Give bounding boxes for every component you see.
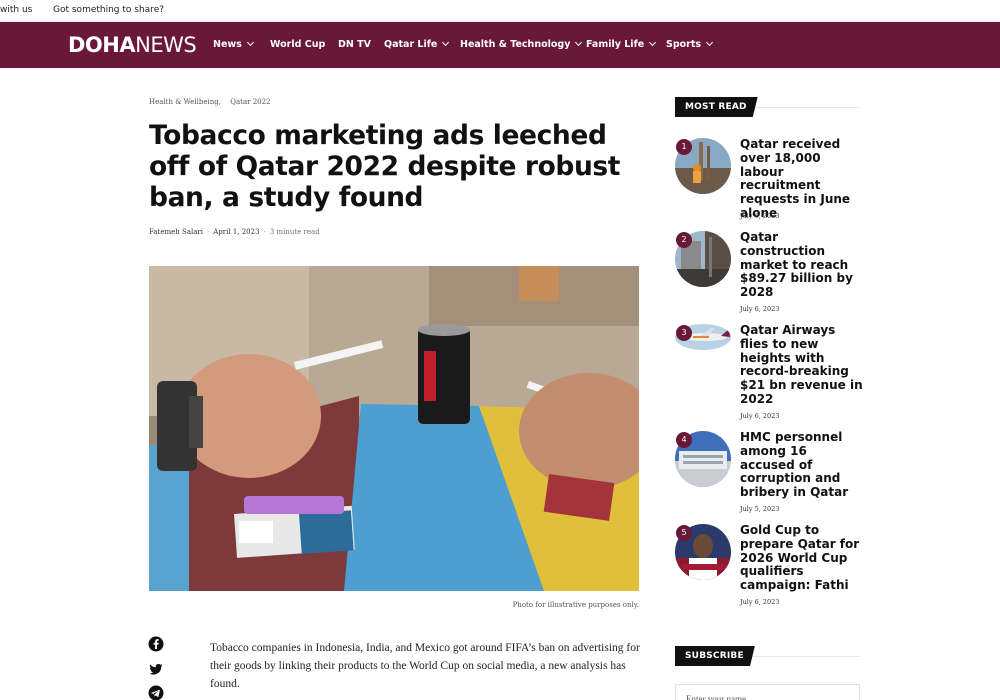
- nav-item-dn-tv[interactable]: DN TV: [338, 39, 371, 51]
- article-hero-image: [149, 266, 639, 591]
- rank-badge: 2: [676, 232, 692, 248]
- most-read-date: July 6, 2023: [740, 212, 780, 220]
- contact-link[interactable]: with us: [0, 5, 32, 15]
- nav-item-news[interactable]: News: [213, 38, 254, 51]
- most-read-title[interactable]: HMC personnel among 16 accused of corrup…: [740, 430, 865, 500]
- nav-item-qatar-life[interactable]: Qatar Life: [384, 38, 450, 51]
- author-link[interactable]: Fatemeh Salari: [149, 228, 203, 236]
- chevron-down-icon: [706, 38, 714, 47]
- site-logo[interactable]: DOHANEWS: [68, 33, 197, 57]
- most-read-date: July 5, 2023: [740, 505, 780, 513]
- category-link-health[interactable]: Health & Wellbeing,: [149, 98, 221, 106]
- most-read-date: July 6, 2023: [740, 412, 780, 420]
- subscribe-heading: SUBSCRIBE: [675, 646, 860, 666]
- facebook-icon[interactable]: [148, 636, 164, 652]
- read-time: 3 minute read: [269, 228, 320, 236]
- most-read-date: July 6, 2023: [740, 598, 780, 606]
- main-navigation: DOHANEWS News World Cup DN TV Qatar Life…: [0, 22, 1000, 68]
- most-read-date: July 6, 2023: [740, 305, 780, 313]
- article-lead-paragraph: Tobacco companies in Indonesia, India, a…: [210, 642, 640, 690]
- chevron-down-icon: [246, 38, 254, 47]
- chevron-down-icon: [442, 38, 450, 47]
- category-link-qatar-2022[interactable]: Qatar 2022: [230, 98, 270, 106]
- rank-badge: 4: [676, 432, 692, 448]
- rank-badge: 3: [676, 325, 692, 341]
- most-read-title[interactable]: Qatar received over 18,000 labour recrui…: [740, 137, 865, 221]
- image-caption: Photo for illustrative purposes only.: [512, 601, 639, 609]
- nav-item-health-technology[interactable]: Health & Technology: [460, 38, 583, 51]
- nav-item-family-life[interactable]: Family Life: [586, 38, 657, 51]
- share-story-link[interactable]: Got something to share?: [53, 5, 164, 15]
- chevron-down-icon: [649, 38, 657, 47]
- most-read-heading: MOST READ: [675, 97, 860, 117]
- top-utility-bar: with us Got something to share?: [0, 0, 1000, 22]
- article-title: Tobacco marketing ads leeched off of Qat…: [149, 120, 621, 213]
- rank-badge: 1: [676, 139, 692, 155]
- chevron-down-icon: [575, 38, 583, 47]
- article-meta: Fatemeh Salari · April 1, 2023 · 3 minute re…: [149, 228, 320, 236]
- telegram-icon[interactable]: [148, 685, 164, 700]
- nav-item-sports[interactable]: Sports: [666, 38, 714, 51]
- nav-item-world-cup[interactable]: World Cup: [270, 39, 325, 51]
- twitter-icon[interactable]: [148, 661, 164, 677]
- subscribe-name-input[interactable]: [675, 684, 860, 700]
- article-categories: Health & Wellbeing, Qatar 2022: [149, 98, 278, 106]
- most-read-title[interactable]: Gold Cup to prepare Qatar for 2026 World…: [740, 523, 865, 593]
- rank-badge: 5: [676, 525, 692, 541]
- most-read-title[interactable]: Qatar Airways flies to new heights with …: [740, 323, 865, 407]
- most-read-title[interactable]: Qatar construction market to reach $89.2…: [740, 230, 865, 300]
- publish-date: April 1, 2023: [213, 228, 260, 236]
